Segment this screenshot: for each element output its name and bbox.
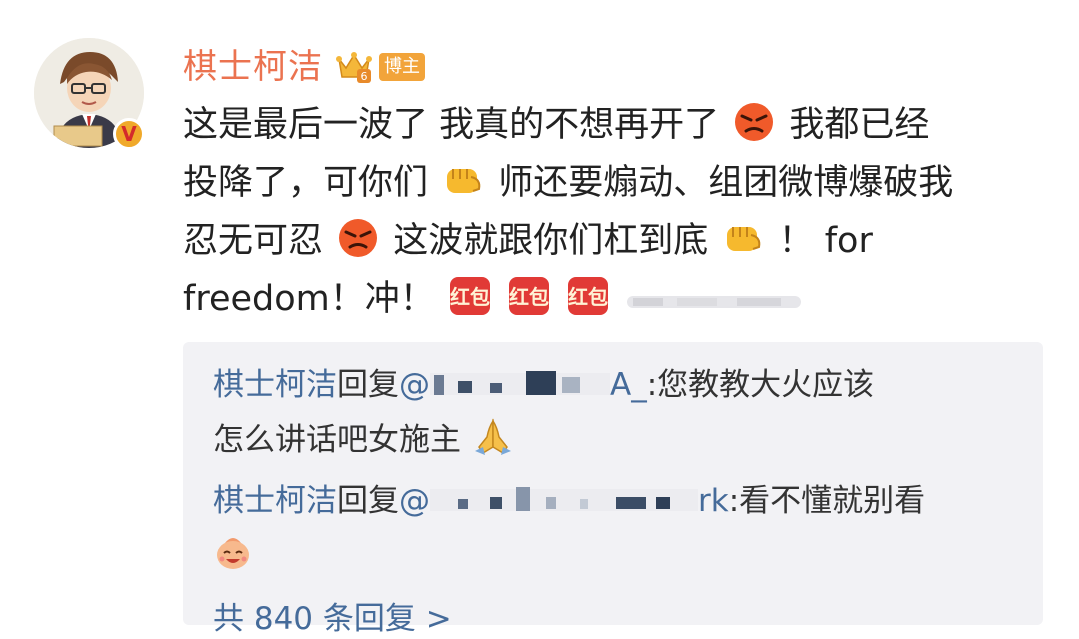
- reply-action: 回复: [337, 483, 399, 519]
- blurred-mention: [430, 362, 610, 417]
- author-tag: 博主: [379, 53, 425, 81]
- post-line: 忍无可忍 这波就跟你们杠到底 ！ for: [183, 212, 1053, 270]
- fist-icon: [721, 215, 765, 259]
- reply-text: 怎么讲话吧女施主: [213, 422, 461, 458]
- red-packet-sticker-icon: 红包: [566, 273, 610, 317]
- reply-action: 回复: [337, 367, 399, 403]
- post-line: 投降了，可你们 师还要煽动、组团微博爆破我: [183, 154, 1053, 212]
- mention-at[interactable]: @: [399, 367, 430, 403]
- reply-item[interactable]: 棋士柯洁回复@ A_:您教教大火应该 怎么讲话吧女施主: [213, 358, 1023, 468]
- reply-line: 棋士柯洁回复@ rk:看不懂就别看: [213, 474, 1023, 529]
- reply-item[interactable]: 棋士柯洁回复@ rk:看不懂就别看: [213, 474, 1023, 584]
- angry-face-icon: [336, 215, 380, 259]
- post-text-segment: 忍无可忍: [183, 221, 324, 261]
- angry-face-icon: [732, 99, 776, 143]
- post-text-segment: 投降了，可你们: [183, 163, 429, 203]
- reply-line: 怎么讲话吧女施主: [213, 413, 1023, 468]
- svg-text:6: 6: [361, 70, 368, 83]
- post-text-segment: ！ for: [778, 221, 873, 261]
- post-text-segment: 我都已经: [789, 105, 930, 145]
- reply-line: [213, 529, 1023, 584]
- red-packet-sticker-icon: 红包: [448, 273, 492, 317]
- blurred-mention: [430, 478, 698, 533]
- reply-author[interactable]: 棋士柯洁: [213, 483, 337, 519]
- fist-icon: [441, 157, 485, 201]
- post-text-segment: 这是最后一波了 我真的不想再开了: [183, 105, 720, 145]
- reply-text: :您教教大火应该: [646, 367, 875, 403]
- reply-line: 棋士柯洁回复@ A_:您教教大火应该: [213, 358, 1023, 413]
- post-text-segment: 这波就跟你们杠到底: [393, 221, 709, 261]
- red-packet-sticker-icon: 红包: [507, 273, 551, 317]
- post-text-segment: freedom！冲！: [183, 279, 435, 319]
- svg-text:红包: 红包: [509, 285, 549, 309]
- post-line: freedom！冲！ 红包 红包 红包: [183, 270, 1053, 328]
- verified-badge-icon: V: [113, 118, 145, 150]
- laughing-doll-icon: [213, 533, 253, 573]
- svg-text:红包: 红包: [568, 285, 608, 309]
- blurred-redaction: [627, 270, 802, 308]
- svg-text:红包: 红包: [450, 285, 490, 309]
- more-replies-link[interactable]: 共 840 条回复 >: [213, 599, 452, 639]
- post-line: 这是最后一波了 我真的不想再开了 我都已经: [183, 96, 1053, 154]
- reply-author[interactable]: 棋士柯洁: [213, 367, 337, 403]
- mention-at[interactable]: @: [399, 483, 430, 519]
- praying-hands-icon: [473, 417, 513, 457]
- reply-section: 棋士柯洁回复@ A_:您教教大火应该 怎么讲话吧女施主 棋士柯洁回复@ rk:看…: [183, 342, 1043, 637]
- mention-tail[interactable]: A_: [610, 367, 647, 403]
- reply-text: :看不懂就别看: [728, 483, 926, 519]
- crown-level-icon: 6: [335, 49, 373, 85]
- mention-tail[interactable]: rk: [698, 483, 729, 519]
- author-name[interactable]: 棋士柯洁: [183, 45, 323, 89]
- post-text-segment: 师还要煽动、组团微博爆破我: [498, 163, 954, 203]
- post-text: 这是最后一波了 我真的不想再开了 我都已经 投降了，可你们 师还要煽动、组团微博…: [183, 96, 1053, 328]
- post-header: 棋士柯洁 6 博主: [183, 44, 425, 90]
